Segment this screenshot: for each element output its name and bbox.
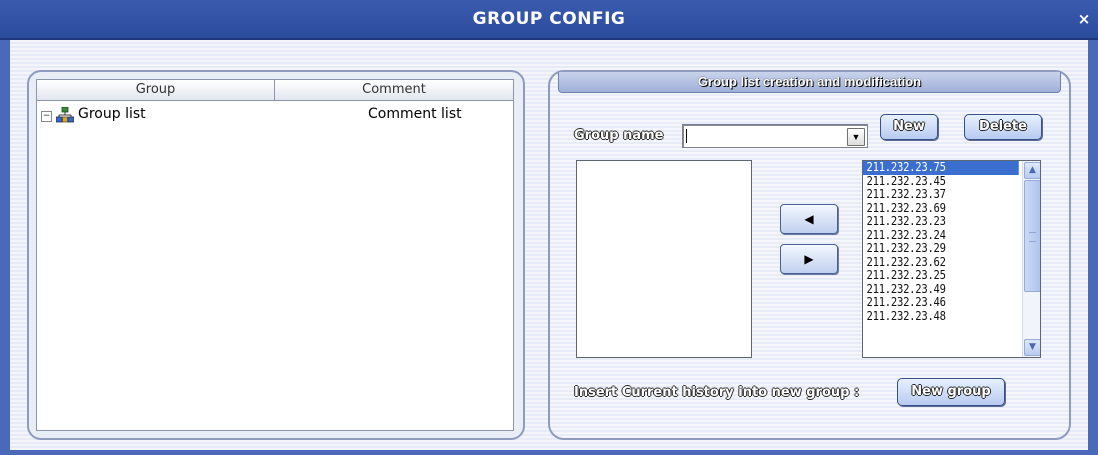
insert-history-label: Insert Current history into new group : — [574, 385, 860, 400]
panel-header: Group list creation and modification — [558, 72, 1061, 93]
group-config-window: GROUP CONFIG × Group Comment − Group lis… — [0, 0, 1098, 455]
ip-list-item[interactable]: 211.232.23.23 — [863, 215, 1019, 229]
text-caret — [686, 129, 687, 143]
group-name-combo[interactable]: ▼ — [682, 124, 868, 148]
ip-list-item[interactable]: 211.232.23.49 — [863, 282, 1019, 297]
ip-list-item[interactable]: 211.232.23.75 — [863, 161, 1019, 175]
group-edit-panel: Group list creation and modification Gro… — [548, 70, 1071, 440]
new-button[interactable]: New — [880, 114, 938, 140]
ip-list-scrollbar[interactable]: ▲ ▼ — [1022, 161, 1040, 357]
scroll-down-icon[interactable]: ▼ — [1024, 339, 1040, 356]
new-group-button[interactable]: New group — [897, 378, 1005, 406]
ip-list-item[interactable]: 211.232.23.46 — [863, 296, 1019, 310]
move-right-button[interactable]: ▶ — [780, 244, 838, 274]
ip-list-item[interactable]: 211.232.23.37 — [863, 188, 1019, 202]
ip-address-list[interactable]: 211.232.23.75 211.232.23.45 211.232.23.37 2… — [862, 160, 1041, 358]
tree-comment-list: Comment list — [368, 106, 462, 122]
ip-list-item[interactable]: 211.232.23.24 — [863, 228, 1019, 243]
tree-row-group-list[interactable]: − Group list Comment list — [41, 106, 507, 125]
ip-list-item[interactable]: 211.232.23.62 — [863, 255, 1019, 270]
group-members-list[interactable] — [576, 160, 752, 358]
scroll-thumb[interactable] — [1024, 180, 1040, 292]
scroll-up-icon[interactable]: ▲ — [1024, 162, 1040, 179]
ip-list-item[interactable]: 211.232.23.69 — [863, 201, 1019, 216]
network-group-icon — [56, 107, 74, 123]
ip-list-item[interactable]: 211.232.23.25 — [863, 269, 1019, 283]
scroll-grip — [1029, 232, 1036, 242]
window-frame-right — [1088, 40, 1098, 453]
delete-button[interactable]: Delete — [964, 114, 1042, 140]
tree-label-group-list: Group list — [78, 106, 146, 122]
title-bar[interactable]: GROUP CONFIG × — [0, 0, 1098, 40]
group-name-label: Group name — [574, 128, 664, 143]
group-tree-panel: Group Comment − Group list Comment list — [27, 70, 525, 440]
dropdown-arrow-icon[interactable]: ▼ — [847, 128, 865, 146]
ip-items-container: 211.232.23.75 211.232.23.45 211.232.23.37 2… — [863, 161, 1040, 323]
ip-list-item[interactable]: 211.232.23.29 — [863, 242, 1019, 256]
window-frame-left — [0, 40, 10, 453]
column-header-comment[interactable]: Comment — [275, 80, 513, 101]
group-tree-view[interactable]: Group Comment − Group list Comment list — [36, 79, 514, 431]
window-frame-bottom — [0, 450, 1098, 455]
ip-list-item[interactable]: 211.232.23.48 — [863, 309, 1019, 324]
close-icon[interactable]: × — [1076, 11, 1092, 27]
column-header-group[interactable]: Group — [37, 80, 275, 101]
tree-collapse-toggle[interactable]: − — [41, 111, 52, 122]
ip-list-item[interactable]: 211.232.23.45 — [863, 174, 1019, 189]
move-left-button[interactable]: ◀ — [780, 204, 838, 234]
window-title: GROUP CONFIG — [472, 9, 626, 29]
